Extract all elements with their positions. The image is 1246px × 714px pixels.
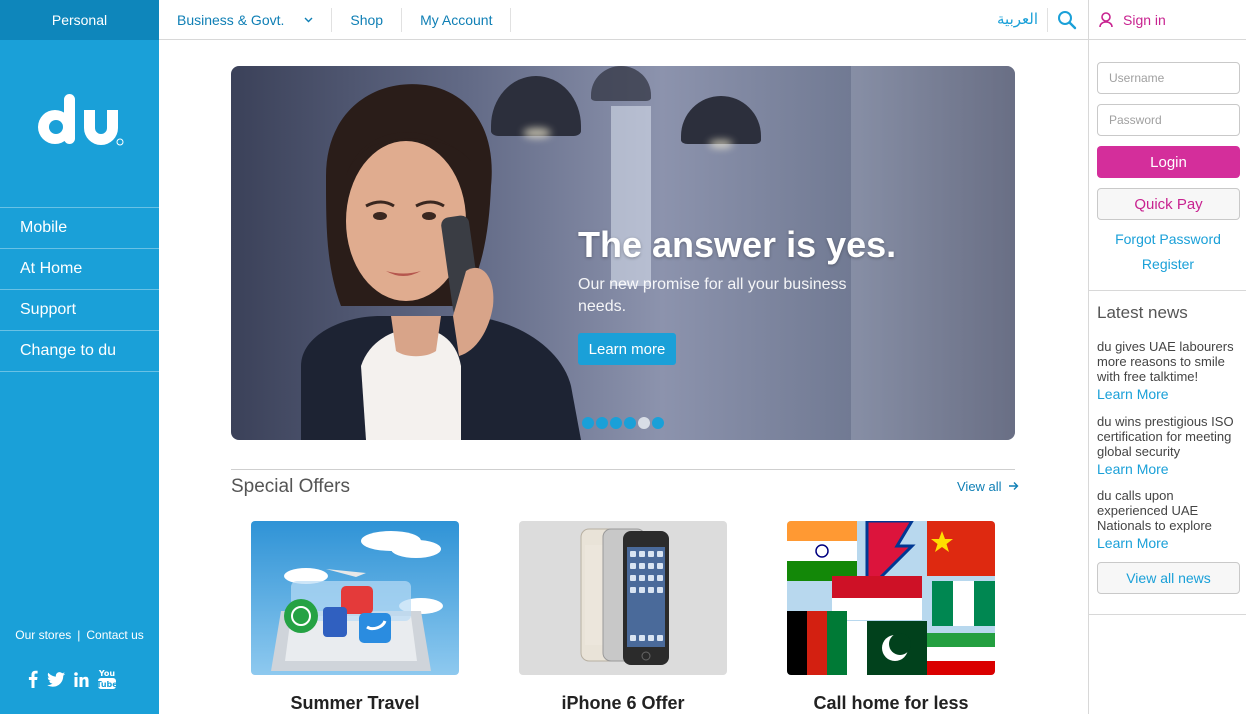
account-panel: Sign in Login Quick Pay Forgot Password … bbox=[1088, 0, 1246, 714]
carousel-dot[interactable] bbox=[652, 417, 664, 429]
carousel-dot-active[interactable] bbox=[638, 417, 650, 429]
sidebar-item-mobile[interactable]: Mobile bbox=[0, 208, 159, 249]
linkedin-icon[interactable] bbox=[74, 671, 89, 687]
shop-link[interactable]: Shop bbox=[332, 8, 403, 32]
search-icon[interactable] bbox=[1057, 10, 1077, 30]
hero-banner: The answer is yes. Our new promise for a… bbox=[231, 66, 1015, 440]
link-separator: | bbox=[77, 628, 81, 642]
twitter-icon[interactable] bbox=[47, 671, 65, 687]
call-home-for-less-title[interactable]: Call home for less bbox=[787, 693, 995, 714]
carousel-dot[interactable] bbox=[582, 417, 594, 429]
news-text: du wins prestigious ISO certification fo… bbox=[1097, 414, 1234, 459]
panel-divider bbox=[1089, 614, 1246, 615]
personal-tab[interactable]: Personal bbox=[0, 0, 159, 40]
panel-divider bbox=[1089, 290, 1246, 291]
sign-in-link[interactable]: Sign in bbox=[1089, 0, 1246, 40]
arrow-right-icon bbox=[1009, 482, 1019, 490]
sidebar-item-support[interactable]: Support bbox=[0, 290, 159, 331]
du-logo[interactable] bbox=[36, 94, 126, 148]
lamp-glow bbox=[709, 140, 733, 148]
learn-more-link[interactable]: Learn More bbox=[1097, 535, 1243, 551]
hero-subtext: Our new promise for all your business ne… bbox=[578, 276, 847, 315]
left-sidebar: Personal Mobile At Home Support Change t… bbox=[0, 0, 159, 714]
carousel-dot[interactable] bbox=[610, 417, 622, 429]
view-all-news-button[interactable]: View all news bbox=[1097, 562, 1240, 594]
business-govt-label: Business & Govt. bbox=[177, 12, 285, 28]
learn-more-link[interactable]: Learn More bbox=[1097, 461, 1243, 477]
special-offers-heading: Special Offers bbox=[231, 476, 350, 497]
username-field[interactable] bbox=[1097, 62, 1240, 94]
quick-pay-button[interactable]: Quick Pay bbox=[1097, 188, 1240, 220]
facebook-icon[interactable] bbox=[28, 670, 38, 688]
offers-divider bbox=[231, 469, 1015, 470]
password-field[interactable] bbox=[1097, 104, 1240, 136]
carousel-dots bbox=[582, 417, 664, 429]
sidebar-item-change-to-du[interactable]: Change to du bbox=[0, 331, 159, 372]
carousel-dot[interactable] bbox=[596, 417, 608, 429]
forgot-password-link[interactable]: Forgot Password bbox=[1089, 231, 1246, 247]
view-all-offers-link[interactable]: View all bbox=[957, 479, 1019, 494]
user-icon bbox=[1099, 11, 1113, 27]
our-stores-link[interactable]: Our stores bbox=[15, 628, 71, 642]
news-item: du wins prestigious ISO certification fo… bbox=[1097, 414, 1243, 477]
news-text: du gives UAE labourers more reasons to s… bbox=[1097, 339, 1234, 384]
hero-learn-more-button[interactable]: Learn more bbox=[578, 333, 676, 365]
sidebar-footer-links: Our stores | Contact us bbox=[0, 628, 159, 642]
iphone-6-image[interactable] bbox=[519, 521, 727, 675]
iphone-6-offer-title[interactable]: iPhone 6 Offer bbox=[519, 693, 727, 714]
carousel-dot[interactable] bbox=[624, 417, 636, 429]
login-button[interactable]: Login bbox=[1097, 146, 1240, 178]
register-link[interactable]: Register bbox=[1089, 256, 1246, 272]
latest-news-heading: Latest news bbox=[1097, 303, 1188, 322]
youtube-icon[interactable]: You Tube bbox=[98, 668, 116, 690]
top-nav: Business & Govt. Shop My Account العربية bbox=[159, 0, 1088, 40]
woman-on-phone-image bbox=[301, 84, 581, 440]
pendant-lamp bbox=[681, 96, 761, 144]
news-item: du calls upon experienced UAE Nationals … bbox=[1097, 488, 1243, 551]
call-home-flags-image[interactable] bbox=[787, 521, 995, 675]
svg-text:Tube: Tube bbox=[98, 680, 116, 689]
business-govt-menu[interactable]: Business & Govt. bbox=[159, 8, 333, 32]
sidebar-item-at-home[interactable]: At Home bbox=[0, 249, 159, 290]
contact-us-link[interactable]: Contact us bbox=[86, 628, 143, 642]
news-text: du calls upon experienced UAE Nationals … bbox=[1097, 488, 1212, 533]
pendant-lamp bbox=[591, 66, 651, 101]
sign-in-label: Sign in bbox=[1123, 11, 1166, 28]
summer-travel-image[interactable] bbox=[251, 521, 459, 675]
top-nav-links: Business & Govt. Shop My Account bbox=[159, 0, 512, 40]
my-account-link[interactable]: My Account bbox=[402, 8, 512, 32]
arabic-language-link[interactable]: العربية bbox=[997, 10, 1038, 28]
news-item: du gives UAE labourers more reasons to s… bbox=[1097, 339, 1243, 402]
svg-text:You: You bbox=[98, 669, 115, 678]
hero-headline: The answer is yes. bbox=[578, 224, 897, 265]
view-all-label: View all bbox=[957, 479, 1002, 494]
learn-more-link[interactable]: Learn More bbox=[1097, 386, 1243, 402]
sidebar-nav: Mobile At Home Support Change to du bbox=[0, 207, 159, 372]
nav-divider bbox=[1047, 8, 1048, 32]
social-links: You Tube bbox=[28, 668, 116, 690]
chevron-down-icon bbox=[304, 17, 313, 23]
summer-travel-title[interactable]: Summer Travel bbox=[251, 693, 459, 714]
